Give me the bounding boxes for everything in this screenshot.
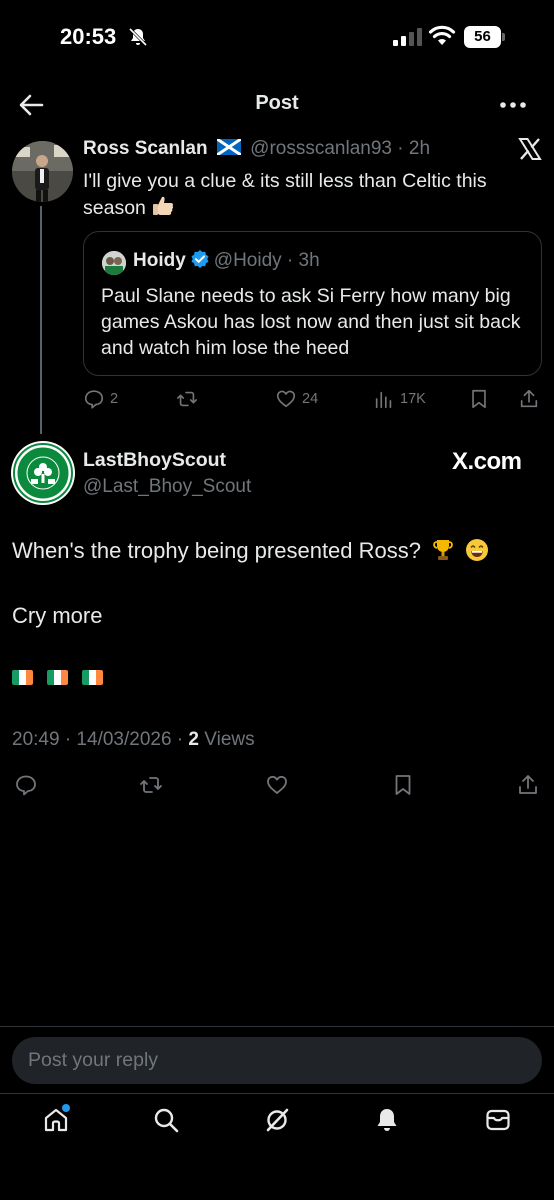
tweet-text-body: I'll give you a clue & its still less th… [83,170,487,219]
tweet-text-body: When's the trophy being presented Ross? [12,538,421,563]
thread-line [40,206,42,434]
reply-input[interactable]: Post your reply [12,1037,542,1084]
quoted-author-name[interactable]: Hoidy [133,250,186,271]
battery-indicator: 56 [464,26,506,48]
bookmark-icon [472,389,486,409]
divider [0,1093,554,1094]
tab-notifications[interactable] [373,1106,403,1140]
author-handle[interactable]: @Last_Bhoy_Scout [83,476,251,498]
author-name[interactable]: Ross Scanlan [83,138,208,159]
tweet-text-line-2: Cry more [12,603,103,628]
quoted-tweet-text: Paul Slane needs to ask Si Ferry how man… [101,285,521,359]
separator-dot: · [391,138,409,159]
flag-emojis [12,670,103,686]
views-count: 2 [188,729,199,750]
analytics-icon [375,391,392,409]
heart-icon [276,390,296,408]
status-time: 20:53 [60,24,117,49]
parent-tweet-actions: 2 24 17K [83,386,543,412]
like-count: 24 [302,391,319,407]
ireland-flag-icon [82,670,103,685]
parent-tweet[interactable]: Ross Scanlan @rossscanlan93 · 2h I'll gi… [83,138,543,222]
bookmark-button[interactable] [468,386,490,412]
mail-icon [486,1109,510,1131]
post-metadata: 20:49 · 14/03/2026 · 2 Views [12,729,255,751]
like-button[interactable] [265,772,289,798]
grinning-emoji-icon [466,539,489,561]
avatar[interactable] [12,141,73,202]
scotland-flag-icon [216,139,241,155]
trophy-emoji-icon [433,540,454,560]
source-badge: X.com [452,448,522,475]
x-logo-icon[interactable] [518,137,542,161]
reply-placeholder: Post your reply [28,1049,159,1071]
reply-button[interactable]: 2 [83,386,118,412]
tab-messages[interactable] [484,1106,514,1140]
views-count: 17K [400,391,426,407]
bottom-tab-bar [0,1106,554,1146]
repost-button[interactable] [139,772,163,798]
more-options-icon[interactable] [498,92,528,118]
quoted-avatar [102,251,126,275]
author-name[interactable]: LastBhoyScout [83,449,226,472]
quoted-profile-photo-icon [102,251,126,275]
bookmark-icon [395,775,411,795]
reply-icon [16,775,36,796]
heart-icon [267,775,287,794]
page-title: Post [255,92,299,114]
thumbs-up-emoji-icon [153,196,174,215]
cellular-signal-icon [393,28,422,46]
verified-badge-icon [191,250,209,268]
battery-tip [502,33,505,41]
post-timestamp: 20:49 · 14/03/2026 · [12,729,184,750]
celtic-crest-icon [12,442,74,504]
repost-button[interactable] [176,386,198,412]
wifi-icon [428,25,456,45]
parent-tweet-header: Ross Scanlan @rossscanlan93 · 2h [83,138,543,164]
repost-icon [177,391,197,407]
share-icon [520,389,538,408]
tweet-text: I'll give you a clue & its still less th… [83,168,523,222]
reply-button[interactable] [14,772,38,798]
tab-grok[interactable] [263,1106,293,1140]
quoted-author-handle[interactable]: @Hoidy [214,250,282,271]
home-icon [44,1108,68,1132]
bell-muted-icon [128,27,148,47]
quoted-tweet[interactable]: Hoidy @Hoidy · 3h Paul Slane needs to as… [83,231,542,376]
share-button[interactable] [516,772,540,798]
divider [0,1026,554,1027]
battery-level: 56 [464,26,501,48]
grok-icon [266,1108,289,1132]
ireland-flag-icon [12,670,33,685]
reply-count: 2 [110,391,119,407]
views-button[interactable]: 17K [373,386,426,412]
avatar[interactable] [11,441,75,505]
tweet-text-line-1: When's the trophy being presented Ross? [12,538,489,564]
bell-icon [377,1109,397,1131]
views-label: Views [204,729,255,750]
share-button[interactable] [518,386,540,412]
reply-icon [84,390,104,409]
bookmark-button[interactable] [391,772,415,798]
share-icon [519,775,537,794]
repost-icon [140,777,162,793]
search-icon [154,1108,179,1133]
quoted-tweet-header: Hoidy @Hoidy · 3h [133,249,320,272]
tab-search[interactable] [152,1106,182,1140]
ireland-flag-icon [47,670,68,685]
main-tweet-actions [0,772,554,798]
post-time: 2h [408,138,431,159]
tab-home[interactable] [42,1106,72,1140]
author-handle[interactable]: @rossscanlan93 [250,138,392,159]
quoted-post-time: 3h [298,250,320,271]
separator-dot: · [281,250,299,271]
post-header: Post [0,84,554,126]
like-button[interactable]: 24 [275,386,318,412]
profile-photo-icon [12,141,73,202]
status-bar: 20:53 56 [0,0,554,76]
